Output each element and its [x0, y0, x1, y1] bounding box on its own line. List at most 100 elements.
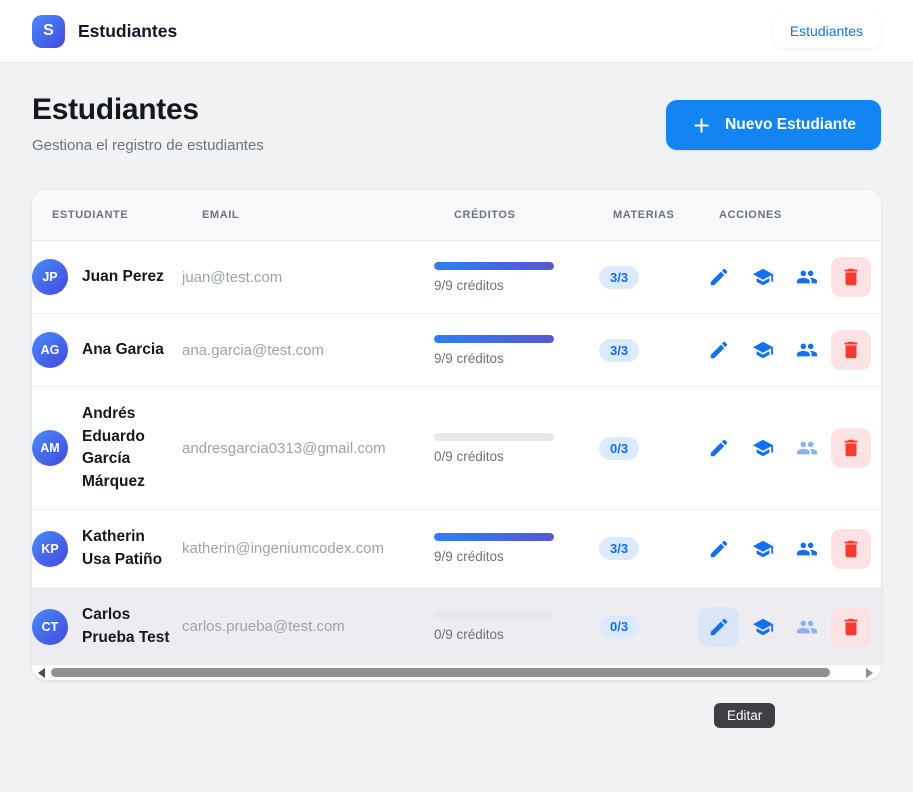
top-bar: S Estudiantes Estudiantes	[0, 0, 913, 63]
credits-label: 9/9 créditos	[434, 549, 504, 564]
people-icon	[796, 339, 818, 361]
materias-cell: 0/3	[593, 615, 699, 638]
scroll-left-arrow-icon[interactable]	[38, 668, 45, 678]
edit-button[interactable]	[699, 428, 739, 468]
student-name: Katherin Usa Patiño	[82, 528, 163, 568]
main-content: Estudiantes Gestiona el registro de estu…	[0, 93, 913, 680]
nav-link-estudiantes[interactable]: Estudiantes	[771, 14, 881, 48]
actions-cell	[699, 528, 881, 569]
pencil-icon	[708, 266, 730, 288]
subjects-button[interactable]	[743, 607, 783, 647]
edit-button[interactable]	[699, 606, 739, 647]
avatar: KP	[32, 530, 68, 567]
students-table-card: Estudiante Email Créditos Materias Acciones …	[32, 190, 881, 680]
graduation-cap-icon	[752, 616, 774, 638]
table-row: AM Andrés Eduardo García Márquez andresg…	[32, 386, 881, 509]
credits-cell: 0/9 créditos	[434, 432, 593, 464]
horizontal-scrollbar[interactable]	[32, 665, 881, 680]
app-logo-s-icon: S	[32, 14, 65, 48]
student-cell: AG Ana Garcia	[32, 332, 182, 368]
avatar: AG	[32, 332, 68, 368]
credits-cell: 9/9 créditos	[434, 261, 593, 293]
table-header-row: Estudiante Email Créditos Materias Acciones	[32, 190, 881, 241]
trash-icon	[840, 339, 862, 361]
delete-button[interactable]	[831, 257, 871, 297]
graduation-cap-icon	[752, 538, 774, 560]
materias-cell: 3/3	[593, 338, 699, 362]
credits-label: 0/9 créditos	[434, 448, 504, 464]
trash-icon	[840, 538, 862, 560]
student-email: ana.garcia@test.com	[182, 341, 324, 359]
credits-cell: 9/9 créditos	[434, 533, 593, 564]
credits-cell: 9/9 créditos	[434, 334, 593, 366]
avatar: JP	[32, 259, 68, 295]
actions-cell	[699, 257, 881, 297]
student-name: Ana Garcia	[82, 340, 164, 358]
column-header: Acciones	[719, 209, 782, 221]
student-cell: AM Andrés Eduardo García Márquez	[32, 403, 182, 493]
assign-groups-button[interactable]	[787, 257, 827, 297]
table-row: JP Juan Perez juan@test.com 9/9 créditos…	[32, 241, 881, 313]
materias-badge: 0/3	[599, 615, 640, 638]
student-email: juan@test.com	[182, 268, 283, 286]
students-table: Estudiante Email Créditos Materias Acciones …	[32, 190, 881, 665]
delete-button[interactable]	[831, 528, 871, 569]
subjects-button[interactable]	[743, 428, 783, 468]
assign-groups-button[interactable]	[787, 607, 827, 647]
delete-button[interactable]	[831, 606, 871, 647]
assign-groups-button[interactable]	[787, 529, 827, 569]
pencil-icon	[708, 437, 730, 459]
delete-button[interactable]	[831, 330, 871, 370]
student-email: carlos.prueba@test.com	[182, 618, 345, 635]
student-name: Andrés Eduardo García Márquez	[82, 405, 145, 490]
edit-tooltip: Editar	[714, 703, 776, 728]
assign-groups-button[interactable]	[787, 330, 827, 370]
credits-progress-bar	[434, 334, 554, 343]
app-title: Estudiantes	[78, 20, 178, 41]
progress-fill	[434, 261, 554, 270]
subjects-button[interactable]	[743, 257, 783, 297]
assign-groups-button[interactable]	[787, 428, 827, 468]
edit-button[interactable]	[699, 529, 739, 569]
subjects-button[interactable]	[743, 330, 783, 370]
subjects-button[interactable]	[743, 529, 783, 569]
credits-label: 9/9 créditos	[434, 350, 504, 366]
pencil-icon	[708, 616, 730, 638]
graduation-cap-icon	[752, 266, 774, 288]
new-student-button[interactable]: Nuevo Estudiante	[666, 100, 881, 150]
materias-badge: 3/3	[599, 338, 640, 362]
materias-badge: 3/3	[599, 265, 640, 289]
materias-badge: 3/3	[599, 537, 640, 560]
progress-fill	[434, 533, 554, 541]
delete-button[interactable]	[831, 428, 871, 468]
pencil-icon	[708, 538, 730, 560]
materias-badge: 0/3	[599, 436, 640, 460]
trash-icon	[840, 266, 862, 288]
table-row: AG Ana Garcia ana.garcia@test.com 9/9 cr…	[32, 313, 881, 386]
credits-label: 0/9 créditos	[434, 627, 504, 642]
credits-progress-bar	[434, 533, 554, 541]
actions-cell	[699, 606, 881, 647]
student-cell: KP Katherin Usa Patiño	[32, 526, 182, 571]
graduation-cap-icon	[752, 437, 774, 459]
materias-cell: 3/3	[593, 265, 699, 289]
edit-button[interactable]	[699, 257, 739, 297]
page-head: Estudiantes Gestiona el registro de estu…	[32, 93, 881, 154]
scroll-right-arrow-icon[interactable]	[866, 668, 873, 678]
student-cell: CT Carlos Prueba Test	[32, 604, 182, 649]
student-cell: JP Juan Perez	[32, 259, 182, 295]
credits-progress-bar	[434, 432, 554, 441]
people-icon	[796, 616, 818, 638]
new-student-button-label: Nuevo Estudiante	[725, 116, 856, 133]
table-body: JP Juan Perez juan@test.com 9/9 créditos…	[32, 241, 881, 665]
trash-icon	[840, 437, 862, 459]
column-header: Créditos	[454, 209, 516, 221]
scrollbar-thumb[interactable]	[51, 668, 830, 677]
table-row: CT Carlos Prueba Test carlos.prueba@test…	[32, 587, 881, 665]
edit-button[interactable]	[699, 330, 739, 370]
credits-progress-bar	[434, 611, 554, 619]
table-row: KP Katherin Usa Patiño katherin@ingenium…	[32, 509, 881, 587]
graduation-cap-icon	[752, 339, 774, 361]
column-header: Email	[202, 209, 240, 221]
people-icon	[796, 266, 818, 288]
